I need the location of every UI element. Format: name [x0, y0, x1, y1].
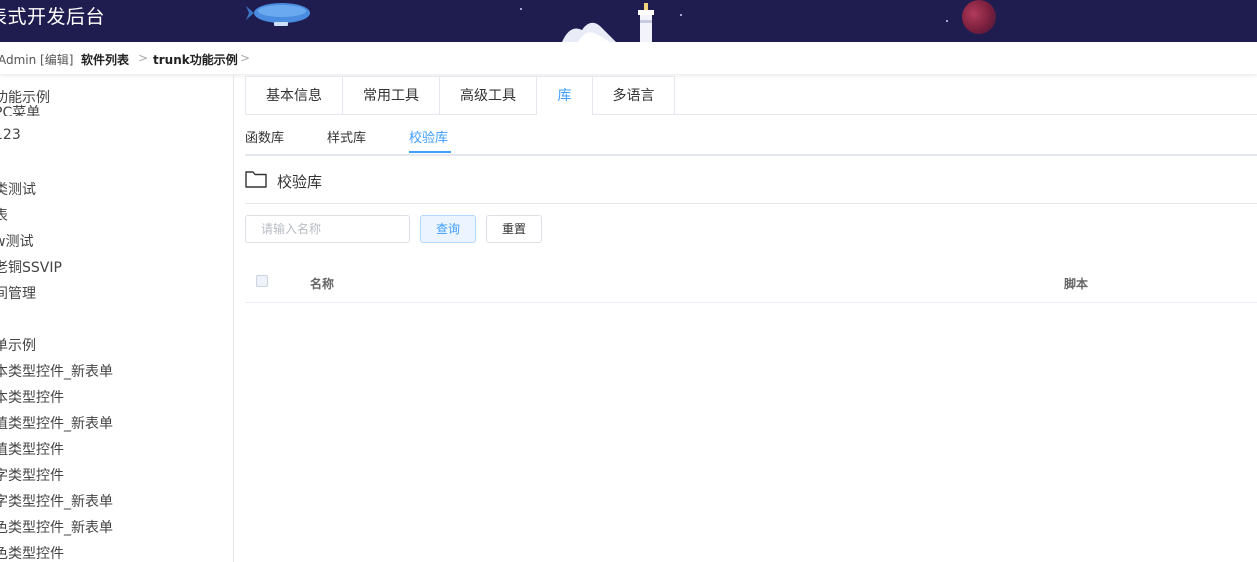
sidebar-item[interactable]: 值类型控件	[0, 439, 64, 459]
subtab-function-library[interactable]: 函数库	[245, 127, 284, 146]
sidebar-item[interactable]: 本类型控件	[0, 387, 64, 407]
star-dot	[520, 8, 522, 10]
query-button[interactable]: 查询	[420, 215, 476, 243]
planet-illustration	[962, 0, 996, 34]
sidebar-item[interactable]: 字类型控件_新表单	[0, 491, 113, 511]
sidebar-item[interactable]: 本类型控件_新表单	[0, 361, 113, 381]
reset-button[interactable]: 重置	[486, 215, 542, 243]
name-search-input[interactable]	[245, 215, 410, 243]
sidebar-item[interactable]: 类测试	[0, 179, 36, 199]
sidebar-item[interactable]: w测试	[0, 231, 33, 251]
sidebar-item[interactable]: PC菜单	[0, 102, 40, 116]
breadcrumb-trunk-demo[interactable]: trunk功能示例	[153, 51, 238, 68]
sidebar-item[interactable]: 色类型控件	[0, 543, 64, 562]
select-all-checkbox[interactable]	[256, 275, 268, 287]
sidebar-item[interactable]: 间管理	[0, 283, 36, 303]
tab-common-tools[interactable]: 常用工具	[342, 76, 440, 114]
sidebar-item[interactable]: 单示例	[0, 335, 36, 355]
tab-advanced-tools[interactable]: 高级工具	[439, 76, 537, 114]
subtab-validation-library[interactable]: 校验库	[409, 127, 448, 146]
top-header: 表式开发后台	[0, 0, 1257, 42]
star-dot	[946, 20, 948, 22]
section-divider	[245, 203, 1257, 204]
table-header: 名称 脚本	[245, 262, 1257, 303]
breadcrumb-separator: >	[240, 51, 251, 65]
sidebar-item[interactable]: 表	[0, 205, 8, 225]
blimp-illustration	[246, 3, 310, 26]
tab-library[interactable]: 库	[536, 76, 593, 115]
main-tabs: 基本信息 常用工具 高级工具 库 多语言	[245, 76, 1257, 115]
column-header-script: 脚本	[1064, 277, 1089, 291]
sidebar-item[interactable]: 老铜SSVIP	[0, 257, 62, 277]
tab-multilanguage[interactable]: 多语言	[592, 76, 675, 114]
star-dot	[680, 14, 682, 16]
subtab-style-library[interactable]: 样式库	[327, 127, 366, 146]
sidebar-item[interactable]: 字类型控件	[0, 465, 64, 485]
folder-icon	[245, 171, 267, 188]
breadcrumb-separator: >	[138, 51, 149, 65]
active-subtab-indicator	[409, 151, 451, 153]
section-title: 校验库	[277, 173, 323, 191]
lighthouse-illustration	[562, 3, 654, 42]
sidebar-item[interactable]: 123	[0, 127, 21, 143]
sidebar: 功能示例 PC菜单 123 类测试 表 w测试 老铜SSVIP 间管理 单示例 …	[0, 74, 234, 562]
sidebar-item[interactable]: 值类型控件_新表单	[0, 413, 113, 433]
breadcrumb-software-list[interactable]: 软件列表	[81, 51, 129, 68]
column-header-name: 名称	[310, 277, 335, 291]
tab-basic-info[interactable]: 基本信息	[245, 76, 343, 114]
library-subtabs: 函数库 样式库 校验库	[245, 115, 1257, 156]
current-user: Admin [编辑]	[0, 53, 74, 67]
app-title: 表式开发后台	[0, 6, 106, 28]
sidebar-item[interactable]: 色类型控件_新表单	[0, 517, 113, 537]
breadcrumb: Admin [编辑] 软件列表 > trunk功能示例 >	[0, 42, 1257, 74]
